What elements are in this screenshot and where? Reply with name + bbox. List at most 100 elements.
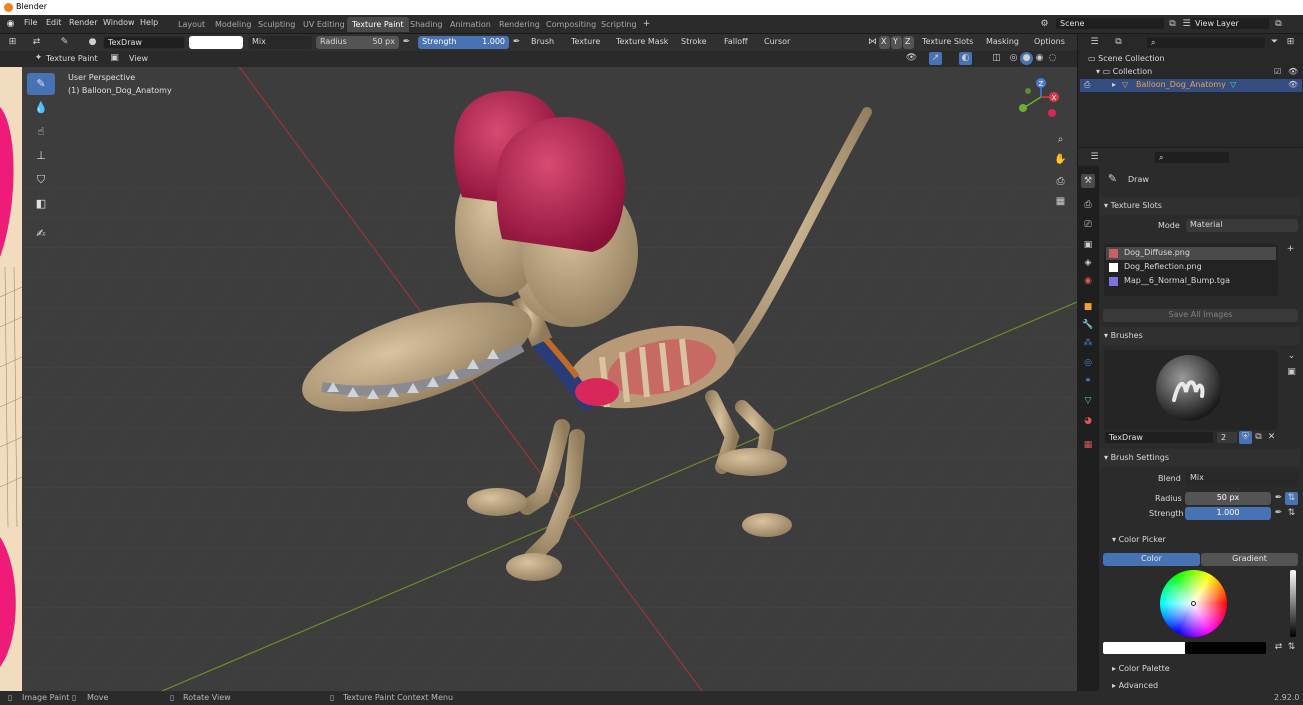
collection-visibility-icon[interactable]: 👁 [1288, 67, 1298, 76]
options-menu[interactable]: Options [1034, 37, 1065, 46]
brush-settings-header[interactable]: ▾ Brush Settings [1100, 449, 1300, 467]
outliner-scene-collection-row[interactable]: ▭ Scene Collection [1088, 54, 1165, 63]
tool-settings-icon[interactable]: ⇄ [30, 36, 43, 49]
properties-search-input[interactable]: ⌕ [1154, 151, 1230, 164]
mask-toggle-icon[interactable]: ▣ [108, 52, 121, 65]
world-tab-icon[interactable]: ◉ [1081, 274, 1095, 288]
brushes-header[interactable]: ▾ Brushes [1100, 327, 1300, 345]
object-visibility-icon[interactable]: 👁 [1288, 80, 1298, 89]
color-wheel-cursor[interactable] [1191, 601, 1196, 606]
material-tab-icon[interactable]: ◕ [1081, 414, 1095, 428]
editor-type-icon[interactable]: ⊞ [6, 36, 19, 49]
radius-unit-icon[interactable]: ⇅ [1285, 492, 1298, 505]
annotate-tool-icon[interactable]: ✍ [27, 223, 55, 245]
menu-render[interactable]: Render [69, 18, 97, 27]
shading-material-icon[interactable]: ◉ [1033, 52, 1046, 65]
swap-colors-icon[interactable]: ⇄ [1272, 641, 1285, 654]
strength-pressure-icon[interactable]: ✒ [1272, 507, 1285, 520]
view-layer-tab-icon[interactable]: ▣ [1081, 238, 1095, 252]
tab-color[interactable]: Color [1103, 553, 1200, 566]
scene-field[interactable]: Scene [1055, 17, 1165, 30]
scene-tab-icon[interactable]: ◈ [1081, 256, 1095, 270]
texture-slots-menu[interactable]: Texture Slots [922, 37, 973, 46]
grid-view-icon[interactable]: ▦ [1054, 195, 1067, 208]
add-workspace-icon[interactable]: + [640, 18, 653, 31]
soften-tool-icon[interactable]: 💧 [27, 97, 55, 119]
strength-unit-icon[interactable]: ⇅ [1285, 507, 1298, 520]
slot-item-dog-reflection[interactable]: Dog_Reflection.png [1106, 261, 1276, 274]
radius-slider[interactable]: 50 px [1185, 492, 1271, 505]
tab-uv-editing[interactable]: UV Editing [298, 17, 350, 32]
menu-brush[interactable]: Brush [531, 37, 554, 46]
copy-view-layer-icon[interactable]: ⧉ [1272, 18, 1285, 31]
render-tab-icon[interactable]: ⎙ [1081, 198, 1095, 212]
fake-user-icon[interactable]: ⛨ [1239, 431, 1252, 444]
scene-icon[interactable]: ⚙ [1038, 18, 1051, 31]
primary-color-swatch[interactable] [1103, 642, 1185, 654]
unified-color-icon[interactable]: ⇅ [1285, 641, 1298, 654]
slot-item-dog-diffuse[interactable]: Dog_Diffuse.png [1106, 247, 1276, 260]
slot-item-normal-bump[interactable]: Map__6_Normal_Bump.tga [1106, 275, 1276, 288]
menu-falloff[interactable]: Falloff [724, 37, 748, 46]
properties-editor-icon[interactable]: ☰ [1088, 151, 1101, 164]
display-mode-icon[interactable]: ⧉ [1112, 36, 1125, 49]
menu-stroke[interactable]: Stroke [681, 37, 707, 46]
collection-checkbox-icon[interactable]: ☑ [1274, 67, 1281, 76]
brush-image-icon[interactable]: ▣ [1285, 366, 1298, 379]
menu-edit[interactable]: Edit [46, 18, 62, 27]
shading-wireframe-icon[interactable]: ◎ [1007, 52, 1020, 65]
masking-menu[interactable]: Masking [986, 37, 1019, 46]
particles-tab-icon[interactable]: ⁂ [1081, 336, 1095, 350]
new-collection-icon[interactable]: ⊞ [1284, 36, 1297, 49]
gizmo-toggle-icon[interactable]: ↗ [929, 52, 942, 65]
draw-tool-icon[interactable]: ✎ [27, 73, 55, 95]
tab-gradient[interactable]: Gradient [1201, 553, 1298, 566]
modifier-tab-icon[interactable]: 🔧 [1081, 318, 1095, 332]
texture-slots-header[interactable]: ▾ Texture Slots [1100, 197, 1300, 215]
tab-shading[interactable]: Shading [405, 17, 448, 32]
symmetry-icon[interactable]: ⋈ [866, 36, 879, 49]
radius-pressure-icon[interactable]: ✒ [1272, 492, 1285, 505]
brush-icon[interactable]: ✎ [58, 36, 71, 49]
brush-users-count[interactable]: 2 [1216, 431, 1238, 444]
advanced-header[interactable]: ▸ Advanced [1112, 681, 1158, 690]
menu-file[interactable]: File [24, 18, 37, 27]
brush-color-swatch[interactable] [189, 36, 243, 49]
value-slider[interactable] [1290, 570, 1296, 637]
visibility-icon[interactable]: 👁 [905, 52, 918, 65]
view-layer-field[interactable]: View Layer [1190, 17, 1270, 30]
object-expand-icon[interactable]: ▸ [1112, 80, 1116, 89]
color-wheel[interactable] [1160, 570, 1227, 637]
menu-texture-mask[interactable]: Texture Mask [616, 37, 668, 46]
3d-viewport[interactable]: Z X User Perspective (1) Balloon_Dog_Ana… [22, 67, 1077, 691]
texture-tab-icon[interactable]: ▦ [1081, 438, 1095, 452]
secondary-color-swatch[interactable] [1185, 642, 1266, 654]
collection-toggle-icon[interactable]: ▾ [1096, 67, 1100, 76]
mask-tool-icon[interactable]: ◧ [27, 193, 55, 215]
data-tab-icon[interactable]: ▽ [1081, 394, 1095, 408]
tab-compositing[interactable]: Compositing [541, 17, 601, 32]
smear-tool-icon[interactable]: ☝ [27, 121, 55, 143]
menu-texture[interactable]: Texture [571, 37, 600, 46]
outliner-search-input[interactable]: ⌕ [1146, 36, 1266, 49]
outliner-object-row[interactable]: ⎙ ▸ ▽ Balloon_Dog_Anatomy ▽ 👁 [1080, 79, 1302, 92]
mode-dropdown[interactable]: Texture Paint [46, 54, 98, 63]
strength-slider[interactable]: 1.000 [1185, 507, 1271, 520]
menu-view[interactable]: View [129, 54, 148, 63]
add-slot-icon[interactable]: + [1284, 243, 1297, 256]
object-tab-icon[interactable]: ■ [1081, 300, 1095, 314]
clone-tool-icon[interactable]: ⊥ [27, 145, 55, 167]
brush-dropdown-icon[interactable]: ⌄ [1285, 350, 1298, 363]
constraints-tab-icon[interactable]: ⚭ [1081, 374, 1095, 388]
blend-dropdown[interactable]: Mix [248, 36, 312, 49]
camera-icon[interactable]: ⎙ [1054, 175, 1067, 188]
gizmo-y-axis[interactable] [1019, 104, 1027, 112]
shading-solid-icon[interactable]: ● [1020, 52, 1033, 65]
tab-layout[interactable]: Layout [173, 17, 210, 32]
overlay-toggle-icon[interactable]: ◐ [959, 52, 972, 65]
gizmo-neg-x-axis[interactable] [1048, 109, 1056, 117]
tab-animation[interactable]: Animation [445, 17, 496, 32]
physics-tab-icon[interactable]: ◎ [1081, 356, 1095, 370]
brush-name-field[interactable]: TexDraw [103, 36, 185, 49]
copy-scene-icon[interactable]: ⧉ [1166, 18, 1179, 31]
